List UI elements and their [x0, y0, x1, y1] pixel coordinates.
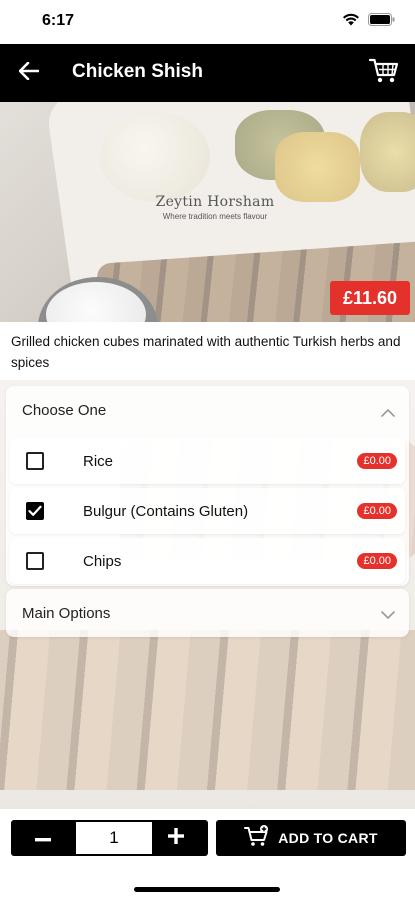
watermark-name: Zeytin Horsham [155, 194, 275, 210]
main-options-title: Main Options [22, 605, 111, 622]
home-indicator [134, 887, 280, 892]
back-button[interactable] [14, 58, 44, 88]
option-price: £0.00 [357, 553, 397, 569]
minus-icon [35, 829, 51, 847]
increase-quantity-button[interactable] [144, 820, 208, 856]
option-price: £0.00 [357, 453, 397, 469]
bulgur-checkbox[interactable] [26, 502, 44, 520]
checkmark-icon [28, 505, 42, 516]
cart-add-icon [244, 824, 270, 852]
arrow-left-icon [18, 61, 40, 85]
price-badge: £11.60 [330, 281, 410, 315]
shopping-cart-icon [368, 58, 399, 89]
option-row-bulgur[interactable]: Bulgur (Contains Gluten) £0.00 [10, 488, 405, 534]
product-description: Grilled chicken cubes marinated with aut… [11, 334, 401, 370]
status-bar: 6:17 [0, 0, 415, 44]
choose-one-section: Choose One Rice £0.00 Bulgur (Contains G… [6, 386, 409, 586]
choose-one-title: Choose One [22, 402, 107, 419]
option-price: £0.00 [357, 503, 397, 519]
option-row-rice[interactable]: Rice £0.00 [10, 438, 405, 484]
chevron-up-icon [381, 404, 395, 422]
page-title: Chicken Shish [72, 61, 203, 82]
quantity-input[interactable] [76, 822, 152, 854]
status-icons [342, 13, 395, 26]
option-label: Bulgur (Contains Gluten) [83, 503, 249, 520]
product-image: Zeytin Horsham Where tradition meets fla… [0, 102, 415, 322]
add-to-cart-button[interactable]: ADD TO CART [216, 820, 406, 856]
cart-button[interactable] [367, 56, 401, 90]
add-to-cart-label: ADD TO CART [278, 830, 378, 846]
quantity-stepper [11, 820, 208, 856]
rice-checkbox[interactable] [26, 452, 44, 470]
wifi-icon [342, 13, 360, 26]
chips-checkbox[interactable] [26, 552, 44, 570]
choose-one-header[interactable]: Choose One [6, 386, 409, 434]
option-label: Rice [83, 453, 114, 470]
status-time: 6:17 [42, 12, 75, 29]
main-options-header[interactable]: Main Options [6, 589, 409, 637]
option-row-chips[interactable]: Chips £0.00 [10, 538, 405, 584]
plus-icon [168, 827, 184, 849]
battery-icon [368, 13, 395, 26]
decrease-quantity-button[interactable] [11, 820, 75, 856]
option-label: Chips [83, 553, 122, 570]
restaurant-watermark: Zeytin Horsham Where tradition meets fla… [140, 194, 290, 221]
chevron-down-icon [381, 607, 395, 625]
footer-bar: ADD TO CART [0, 809, 415, 900]
watermark-tagline: Where tradition meets flavour [162, 212, 268, 221]
app-header: Chicken Shish [0, 44, 415, 102]
